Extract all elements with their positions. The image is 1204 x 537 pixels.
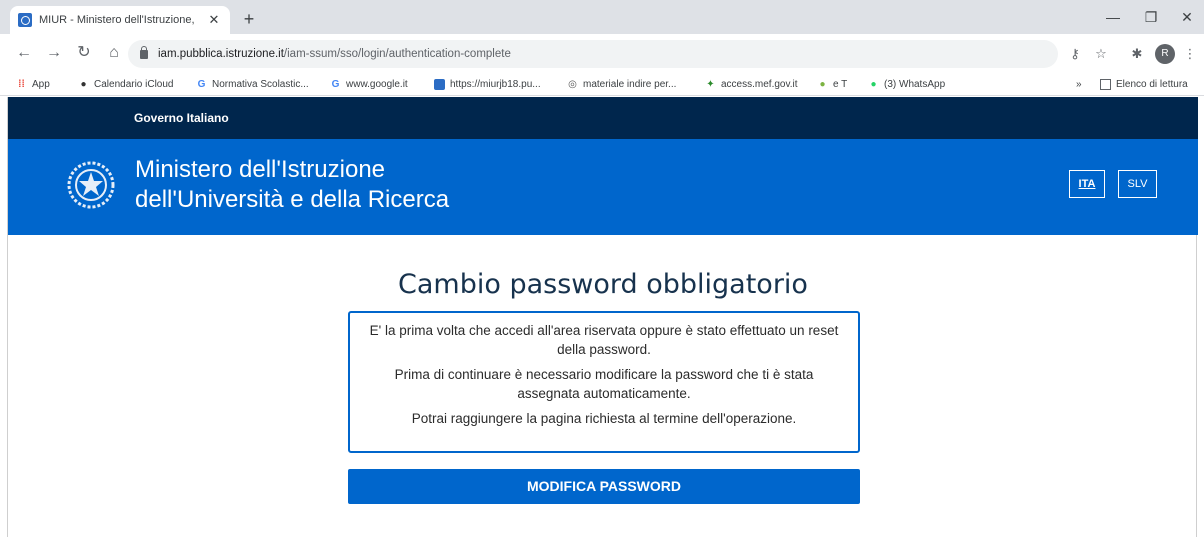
- ministry-title-line1: Ministero dell'Istruzione: [135, 156, 386, 183]
- browser-tab[interactable]: MIUR - Ministero dell'Istruzione, ✕: [10, 6, 230, 34]
- profile-avatar[interactable]: R: [1155, 44, 1175, 64]
- info-paragraph-1: E' la prima volta che accedi all'area ri…: [369, 323, 839, 357]
- bookmarks-overflow-icon[interactable]: »: [1076, 76, 1082, 92]
- bookmark-access-mef[interactable]: ✦ access.mef.gov.it: [705, 76, 798, 92]
- apps-grid-icon: ⁞⁞: [18, 78, 25, 90]
- bookmark-calendario-icloud[interactable]: ● Calendario iCloud: [78, 76, 174, 92]
- bookmarks-bar: ⁞⁞ App ● Calendario iCloud G Normativa S…: [0, 72, 1204, 96]
- bookmark-app[interactable]: ⁞⁞ App: [16, 76, 50, 92]
- apple-icon: ●: [80, 78, 87, 90]
- minimize-icon[interactable]: —: [1098, 6, 1128, 28]
- back-icon[interactable]: ←: [10, 39, 38, 67]
- bookmark-whatsapp[interactable]: ● (3) WhatsApp: [868, 76, 945, 92]
- bookmark-miurjb18[interactable]: https://miurjb18.pu...: [434, 76, 541, 92]
- browser-tabstrip: MIUR - Ministero dell'Istruzione, ✕ + — …: [0, 0, 1204, 34]
- tab-title: MIUR - Ministero dell'Istruzione,: [39, 14, 195, 26]
- bookmark-label: materiale indire per...: [583, 78, 677, 90]
- bookmark-label: Calendario iCloud: [94, 78, 174, 90]
- lock-icon: [140, 45, 148, 59]
- reload-icon[interactable]: ↻: [70, 39, 98, 67]
- new-tab-button[interactable]: +: [238, 8, 260, 30]
- bookmark-label: e T: [833, 78, 848, 90]
- page-title: Cambio password obbligatorio: [398, 269, 808, 300]
- reading-list-label: Elenco di lettura: [1116, 78, 1188, 90]
- bookmark-materiale-indire[interactable]: ◎ materiale indire per...: [567, 76, 676, 92]
- page-content: Governo Italiano Ministero dell'Istruzio…: [7, 97, 1198, 537]
- republic-emblem-icon: [67, 161, 115, 209]
- reading-list-icon: [1100, 78, 1111, 90]
- restore-icon[interactable]: ❐: [1136, 6, 1166, 28]
- extensions-icon[interactable]: ✱: [1126, 40, 1148, 68]
- globe-icon: ◎: [568, 78, 577, 90]
- gov-label[interactable]: Governo Italiano: [134, 111, 229, 125]
- menu-icon[interactable]: ⋮: [1182, 40, 1198, 68]
- bookmark-label: (3) WhatsApp: [884, 78, 946, 90]
- browser-toolbar: ← → ↻ ⌂ iam.pubblica.istruzione.it/iam-s…: [0, 34, 1204, 72]
- address-bar[interactable]: iam.pubblica.istruzione.it/iam-ssum/sso/…: [128, 40, 1058, 68]
- info-paragraph-3: Potrai raggiungere la pagina richiesta a…: [411, 411, 797, 426]
- url-path: /iam-ssum/sso/login/authentication-compl…: [283, 48, 511, 60]
- miur-icon: [434, 78, 445, 90]
- google-icon: G: [197, 78, 206, 90]
- key-icon[interactable]: ⚷: [1064, 40, 1086, 68]
- bookmark-label: App: [32, 78, 50, 90]
- info-paragraph-2: Prima di continuare è necessario modific…: [394, 367, 814, 401]
- ministry-header: Ministero dell'Istruzione dell'Universit…: [8, 139, 1198, 235]
- bookmark-label: www.google.it: [346, 78, 408, 90]
- bookmark-et[interactable]: ● e T: [817, 76, 847, 92]
- miur-favicon-icon: [18, 13, 32, 27]
- ministry-title-line2: dell'Università e della Ricerca: [135, 186, 450, 213]
- bookmark-label: https://miurjb18.pu...: [450, 78, 541, 90]
- language-slv-button[interactable]: SLV: [1118, 170, 1157, 198]
- gov-bar: Governo Italiano: [8, 97, 1198, 139]
- modifica-password-button[interactable]: MODIFICA PASSWORD: [348, 469, 860, 504]
- home-icon[interactable]: ⌂: [100, 39, 128, 67]
- bookmark-normativa[interactable]: G Normativa Scolastic...: [196, 76, 309, 92]
- language-ita-button[interactable]: ITA: [1069, 170, 1105, 198]
- google-icon: G: [331, 78, 340, 90]
- forward-icon[interactable]: →: [40, 39, 68, 67]
- mef-icon: ✦: [706, 78, 715, 90]
- info-box: E' la prima volta che accedi all'area ri…: [348, 311, 860, 453]
- close-tab-icon[interactable]: ✕: [206, 12, 222, 28]
- whatsapp-icon: ●: [870, 78, 877, 90]
- globe-green-icon: ●: [819, 78, 826, 90]
- url-host: iam.pubblica.istruzione.it: [158, 48, 284, 60]
- bookmark-label: Normativa Scolastic...: [212, 78, 309, 90]
- reading-list[interactable]: Elenco di lettura: [1100, 76, 1188, 92]
- close-window-icon[interactable]: ✕: [1172, 6, 1202, 28]
- bookmark-google[interactable]: G www.google.it: [330, 76, 408, 92]
- ministry-title[interactable]: Ministero dell'Istruzione dell'Universit…: [135, 155, 449, 215]
- bookmark-label: access.mef.gov.it: [721, 78, 798, 90]
- star-icon[interactable]: ☆: [1090, 40, 1112, 68]
